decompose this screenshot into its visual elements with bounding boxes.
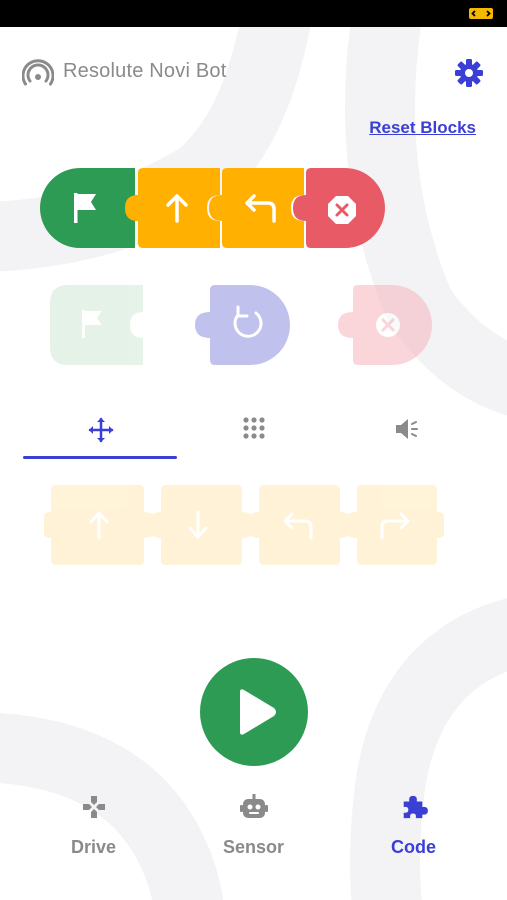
bottom-navigation: Drive Sensor Code xyxy=(0,770,507,900)
speaker-icon xyxy=(395,419,418,439)
program-sequence xyxy=(40,168,385,248)
nav-sensor[interactable]: Sensor xyxy=(169,770,338,900)
tab-sound[interactable] xyxy=(329,400,484,458)
program-block-forward[interactable] xyxy=(125,168,220,248)
movement-blocks xyxy=(44,485,444,565)
play-button[interactable] xyxy=(200,658,308,766)
header: Resolute Novi Bot xyxy=(0,27,507,117)
tab-move[interactable] xyxy=(23,400,178,458)
reset-blocks-button[interactable]: Reset Blocks xyxy=(369,118,476,138)
nav-code-label: Code xyxy=(391,837,436,857)
program-block-turn-left[interactable] xyxy=(209,168,304,248)
move-block-backward[interactable] xyxy=(148,485,255,565)
block-palette xyxy=(50,285,432,365)
move-block-turn-right[interactable] xyxy=(344,485,444,565)
stop-x-icon xyxy=(328,196,356,224)
palette-block-repeat[interactable] xyxy=(195,285,290,365)
block-category-tabs xyxy=(0,400,507,462)
move-block-turn-left[interactable] xyxy=(246,485,353,565)
gamepad-icon xyxy=(82,796,105,818)
settings-gear-icon[interactable] xyxy=(453,57,485,89)
dots-grid-icon xyxy=(242,417,265,439)
palette-block-stop[interactable] xyxy=(338,285,432,365)
move-arrows-icon xyxy=(88,417,113,443)
nav-drive-label: Drive xyxy=(70,837,117,857)
move-block-forward[interactable] xyxy=(44,485,157,565)
robot-name: Resolute Novi Bot xyxy=(63,60,227,82)
nav-code[interactable]: Code xyxy=(329,770,498,900)
tab-grid[interactable] xyxy=(176,400,331,458)
robot-icon xyxy=(239,794,268,818)
program-block-stop[interactable] xyxy=(293,168,385,248)
palette-block-start[interactable] xyxy=(50,285,143,365)
nav-sensor-label: Sensor xyxy=(222,837,285,857)
tab-indicator xyxy=(23,456,177,459)
bluetooth-connection-icon xyxy=(22,59,54,86)
puzzle-icon xyxy=(403,795,428,819)
nav-drive[interactable]: Drive xyxy=(9,770,178,900)
status-bar xyxy=(0,0,507,27)
play-icon xyxy=(240,689,276,735)
battery-icon xyxy=(469,8,493,19)
